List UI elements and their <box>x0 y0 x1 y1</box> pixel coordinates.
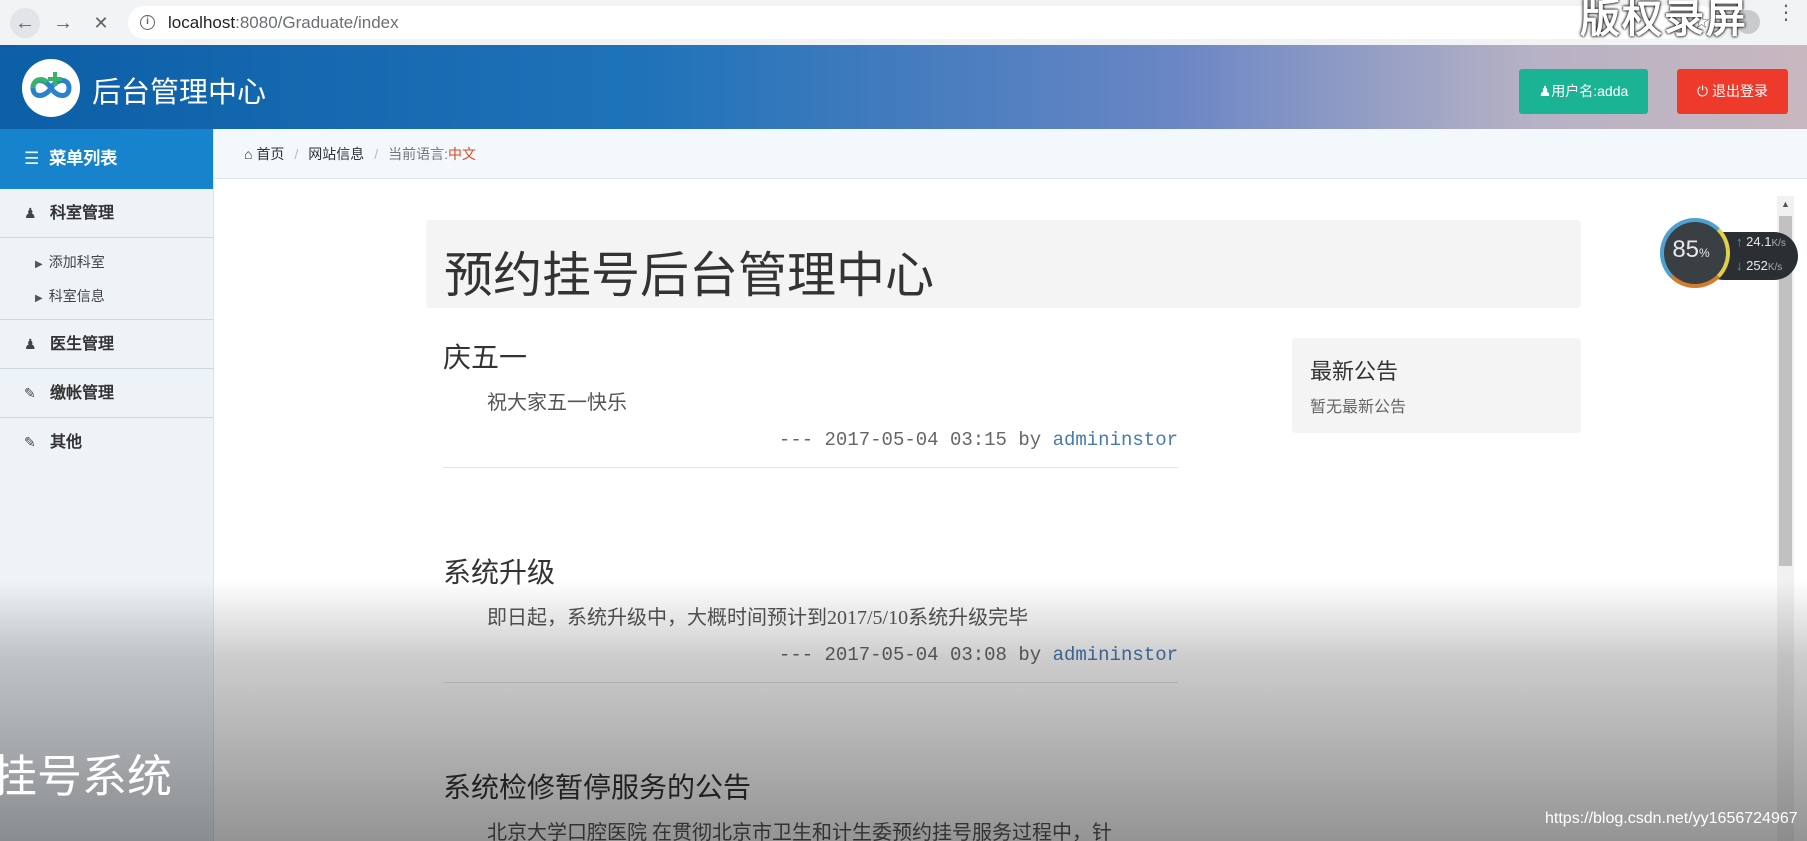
breadcrumb-home[interactable]: 首页 <box>256 146 284 162</box>
post-author-link[interactable]: admininstor <box>1053 644 1178 666</box>
edit-icon: ✎ <box>24 434 36 450</box>
usage-percent: 85% <box>1672 236 1710 263</box>
divider <box>443 467 1178 468</box>
browser-toolbar: ← → ✕ i localhost:8080/Graduate/index ☆ … <box>0 0 1807 45</box>
power-icon: ⏻ <box>1697 83 1712 99</box>
breadcrumb-site-info[interactable]: 网站信息 <box>308 146 364 162</box>
network-speed-widget: 85% ↑ 24.1K/s ↓ 252K/s <box>1660 218 1800 288</box>
download-arrow-icon: ↓ <box>1736 258 1743 273</box>
post-item: 系统检修暂停服务的公告 北京大学口腔医院 在贯彻北京市卫生和计生委预约挂号服务过… <box>443 766 1178 841</box>
watermark: https://blog.csdn.net/yy1656724967 <box>1545 810 1798 827</box>
upload-speed: ↑ 24.1K/s <box>1736 234 1786 249</box>
post-title: 系统升级 <box>443 557 556 588</box>
overlay-caption: 挂号系统 <box>0 751 173 802</box>
download-speed: ↓ 252K/s <box>1736 258 1783 273</box>
scroll-up-icon[interactable]: ▲ <box>1777 196 1794 213</box>
stop-loading-icon[interactable]: ✕ <box>86 8 116 38</box>
post-title: 系统检修暂停服务的公告 <box>443 772 752 803</box>
post-author-link[interactable]: admininstor <box>1053 429 1178 451</box>
caret-right-icon: ▶ <box>35 293 43 304</box>
breadcrumb-separator: / <box>294 146 299 162</box>
sidebar-item-add-department[interactable]: ▶ 添加科室 <box>0 245 213 279</box>
post-item: 系统升级 即日起，系统升级中，大概时间预计到2017/5/10系统升级完毕 --… <box>443 551 1178 683</box>
logo <box>22 59 80 117</box>
sidebar-group-department[interactable]: ♟ 科室管理 <box>0 189 213 238</box>
caret-right-icon: ▶ <box>35 259 43 270</box>
user-icon: ♟ <box>24 336 37 352</box>
language-value: 中文 <box>448 146 477 162</box>
list-icon: ☰ <box>24 149 40 168</box>
user-icon: ♟ <box>24 205 37 221</box>
user-icon: ♟ <box>1538 83 1552 99</box>
post-body: 北京大学口腔医院 在贯彻北京市卫生和计生委预约挂号服务过程中，针 <box>487 822 1112 841</box>
address-url[interactable]: localhost:8080/Graduate/index <box>168 13 399 33</box>
sidebar-item-department-info[interactable]: ▶ 科室信息 <box>0 279 213 313</box>
user-button[interactable]: ♟用户名:adda <box>1519 69 1648 114</box>
language-label: 当前语言: <box>388 146 449 162</box>
app-header: 后台管理中心 ♟用户名:adda ⏻ 退出登录 <box>0 45 1807 129</box>
post-title: 庆五一 <box>443 342 528 373</box>
sidebar-group-billing[interactable]: ✎ 缴帐管理 <box>0 369 213 418</box>
scrollbar[interactable]: ▲ <box>1777 196 1794 841</box>
page-title: 预约挂号后台管理中心 <box>444 249 935 303</box>
upload-arrow-icon: ↑ <box>1736 234 1743 249</box>
logo-icon <box>30 72 72 98</box>
notice-panel: 最新公告 暂无最新公告 <box>1292 338 1581 433</box>
edit-icon: ✎ <box>24 385 36 401</box>
sidebar-submenu-department: ▶ 添加科室 ▶ 科室信息 <box>0 238 213 320</box>
browser-menu-icon[interactable]: ⋮ <box>1776 3 1796 23</box>
sidebar-heading: ☰ 菜单列表 <box>0 129 213 189</box>
breadcrumb-separator: / <box>374 146 379 162</box>
logout-button[interactable]: ⏻ 退出登录 <box>1677 69 1788 114</box>
sidebar-group-other[interactable]: ✎ 其他 <box>0 418 213 467</box>
back-arrow-icon[interactable]: ← <box>10 8 40 38</box>
forward-arrow-icon[interactable]: → <box>48 8 78 38</box>
home-icon: ⌂ <box>244 146 253 162</box>
post-meta: --- 2017-05-04 03:15 by admininstor <box>778 429 1178 451</box>
breadcrumb: ⌂ 首页 / 网站信息 / 当前语言:中文 <box>214 129 1807 179</box>
overlay-top-text: 版权录屏 <box>1580 0 1748 41</box>
address-bar[interactable]: i localhost:8080/Graduate/index ☆ <box>128 6 1718 39</box>
jumbotron: 预约挂号后台管理中心 <box>426 220 1581 308</box>
sidebar-group-doctor[interactable]: ♟ 医生管理 <box>0 320 213 369</box>
divider <box>443 682 1178 683</box>
notice-text: 暂无最新公告 <box>1310 399 1407 416</box>
post-meta: --- 2017-05-04 03:08 by admininstor <box>778 644 1178 666</box>
site-info-icon[interactable]: i <box>140 15 155 30</box>
notice-title: 最新公告 <box>1310 359 1399 384</box>
header-title: 后台管理中心 <box>92 77 267 109</box>
sidebar: ☰ 菜单列表 ♟ 科室管理 ▶ 添加科室 ▶ 科室信息 ♟ 医生管理 ✎ 缴帐管理 ✎ 其他 <box>0 129 214 841</box>
post-item: 庆五一 祝大家五一快乐 --- 2017-05-04 03:15 by admi… <box>443 336 1178 468</box>
post-body: 即日起，系统升级中，大概时间预计到2017/5/10系统升级完毕 <box>487 607 1029 629</box>
post-body: 祝大家五一快乐 <box>487 392 627 414</box>
